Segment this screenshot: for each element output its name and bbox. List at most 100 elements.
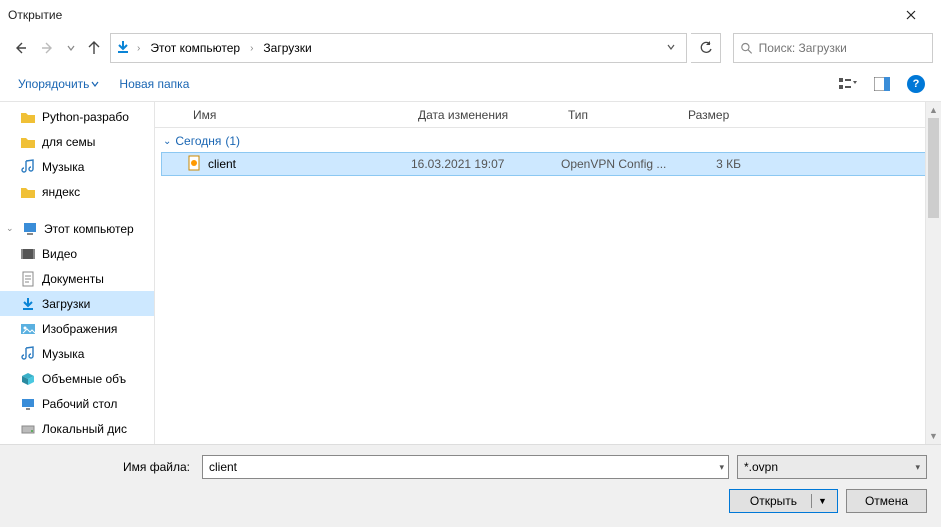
ovpn-file-icon bbox=[186, 155, 202, 174]
tree-quick-item[interactable]: для семы bbox=[0, 129, 154, 154]
organize-menu[interactable]: Упорядочить bbox=[12, 73, 105, 95]
file-date: 16.03.2021 19:07 bbox=[411, 157, 561, 171]
view-options-icon bbox=[839, 77, 857, 91]
col-type[interactable]: Тип bbox=[560, 108, 680, 122]
video-icon bbox=[20, 246, 36, 262]
col-name[interactable]: Имя bbox=[185, 108, 410, 122]
group-header[interactable]: ⌄ Сегодня (1) bbox=[155, 128, 941, 152]
search-field[interactable] bbox=[759, 41, 926, 55]
image-icon bbox=[20, 321, 36, 337]
chevron-down-icon bbox=[666, 42, 676, 52]
search-icon bbox=[740, 41, 753, 55]
open-button[interactable]: Открыть ▼ bbox=[729, 489, 838, 513]
col-date[interactable]: Дата изменения bbox=[410, 108, 560, 122]
chevron-right-icon: › bbox=[135, 43, 142, 54]
disk-icon bbox=[20, 421, 36, 437]
scroll-down-icon[interactable]: ▼ bbox=[926, 428, 941, 444]
downloads-folder-icon bbox=[115, 39, 131, 58]
scroll-up-icon[interactable]: ▲ bbox=[926, 102, 941, 118]
doc-icon bbox=[20, 271, 36, 287]
address-dropdown[interactable] bbox=[660, 41, 682, 55]
music-icon bbox=[20, 346, 36, 362]
cube-icon bbox=[20, 371, 36, 387]
filename-field[interactable] bbox=[209, 460, 722, 474]
filename-dropdown[interactable]: ▾ bbox=[719, 462, 724, 473]
nav-tree[interactable]: Python-разрабо для семы Музыка яндекс ⌄ Этот … bbox=[0, 102, 155, 444]
chevron-down-icon bbox=[91, 80, 99, 88]
chevron-right-icon: › bbox=[248, 43, 255, 54]
folder-icon bbox=[20, 134, 36, 150]
address-bar[interactable]: › Этот компьютер › Загрузки bbox=[110, 33, 687, 63]
arrow-right-icon bbox=[40, 40, 56, 56]
chevron-down-icon: ⌄ bbox=[163, 136, 171, 147]
tree-quick-item[interactable]: Python-разрабо bbox=[0, 104, 154, 129]
file-size: 3 КБ bbox=[681, 157, 761, 171]
chevron-down-icon bbox=[67, 44, 75, 52]
footer: Имя файла: ▾ *.ovpn ▾ Открыть ▼ Отмена bbox=[0, 444, 941, 527]
tree-item-label: Рабочий стол bbox=[42, 397, 117, 411]
tree-item-label: Изображения bbox=[42, 322, 117, 336]
preview-pane-button[interactable] bbox=[869, 71, 895, 97]
tree-item-label: Загрузки bbox=[42, 297, 90, 311]
file-name: client bbox=[208, 157, 236, 171]
tree-pc-item[interactable]: Изображения bbox=[0, 316, 154, 341]
tree-pc-item[interactable]: Рабочий стол bbox=[0, 391, 154, 416]
group-label: Сегодня bbox=[175, 134, 221, 148]
new-folder-button[interactable]: Новая папка bbox=[113, 73, 195, 95]
forward-button[interactable] bbox=[36, 34, 60, 62]
download-icon bbox=[20, 296, 36, 312]
breadcrumb-pc[interactable]: Этот компьютер bbox=[146, 39, 244, 57]
tree-quick-item[interactable]: Музыка bbox=[0, 154, 154, 179]
tree-pc-item[interactable]: Музыка bbox=[0, 341, 154, 366]
close-icon bbox=[906, 10, 916, 20]
tree-quick-item[interactable]: яндекс bbox=[0, 179, 154, 204]
open-dropdown[interactable]: ▼ bbox=[812, 496, 833, 506]
scroll-thumb[interactable] bbox=[928, 118, 939, 218]
preview-pane-icon bbox=[874, 77, 890, 91]
refresh-button[interactable] bbox=[691, 33, 721, 63]
titlebar: Открытие bbox=[0, 0, 941, 30]
view-options-button[interactable] bbox=[835, 71, 861, 97]
column-headers: Имя Дата изменения Тип Размер bbox=[155, 102, 941, 128]
cancel-button[interactable]: Отмена bbox=[846, 489, 927, 513]
nav-row: › Этот компьютер › Загрузки bbox=[0, 30, 941, 66]
search-input[interactable] bbox=[733, 33, 933, 63]
tree-pc-item[interactable]: Видео bbox=[0, 241, 154, 266]
refresh-icon bbox=[699, 41, 713, 55]
chevron-down-icon: ⌄ bbox=[6, 223, 16, 234]
help-button[interactable]: ? bbox=[903, 71, 929, 97]
tree-pc-item[interactable]: Документы bbox=[0, 266, 154, 291]
folder-icon bbox=[20, 109, 36, 125]
file-list: Имя Дата изменения Тип Размер ⌄ Сегодня … bbox=[155, 102, 941, 444]
tree-item-label: Видео bbox=[42, 247, 77, 261]
organize-label: Упорядочить bbox=[18, 77, 89, 91]
tree-item-label: Музыка bbox=[42, 160, 84, 174]
tree-pc-item[interactable]: Объемные объ bbox=[0, 366, 154, 391]
scrollbar[interactable]: ▲ ▼ bbox=[925, 102, 941, 444]
file-filter-label: *.ovpn bbox=[744, 460, 778, 474]
col-size[interactable]: Размер bbox=[680, 108, 760, 122]
tree-pc-item[interactable]: Локальный дис bbox=[0, 416, 154, 441]
window-title: Открытие bbox=[8, 8, 888, 22]
file-filter-dropdown[interactable]: *.ovpn ▾ bbox=[737, 455, 927, 479]
folder-icon bbox=[20, 184, 36, 200]
tree-item-label: Объемные объ bbox=[42, 372, 126, 386]
breadcrumb-downloads[interactable]: Загрузки bbox=[259, 39, 315, 57]
filename-input[interactable]: ▾ bbox=[202, 455, 729, 479]
tree-this-pc[interactable]: ⌄ Этот компьютер bbox=[0, 216, 154, 241]
tree-item-label: Музыка bbox=[42, 347, 84, 361]
close-button[interactable] bbox=[888, 0, 933, 30]
recent-dropdown[interactable] bbox=[64, 34, 78, 62]
back-button[interactable] bbox=[8, 34, 32, 62]
body: Python-разрабо для семы Музыка яндекс ⌄ Этот … bbox=[0, 102, 941, 444]
new-folder-label: Новая папка bbox=[119, 77, 189, 91]
music-icon bbox=[20, 159, 36, 175]
arrow-up-icon bbox=[86, 40, 102, 56]
file-row[interactable]: client16.03.2021 19:07OpenVPN Config ...… bbox=[161, 152, 935, 176]
tree-item-label: для семы bbox=[42, 135, 95, 149]
tree-pc-item[interactable]: Загрузки bbox=[0, 291, 154, 316]
tree-item-label: Этот компьютер bbox=[44, 222, 134, 236]
filename-label: Имя файла: bbox=[14, 460, 194, 474]
tree-item-label: яндекс bbox=[42, 185, 80, 199]
up-button[interactable] bbox=[82, 34, 106, 62]
